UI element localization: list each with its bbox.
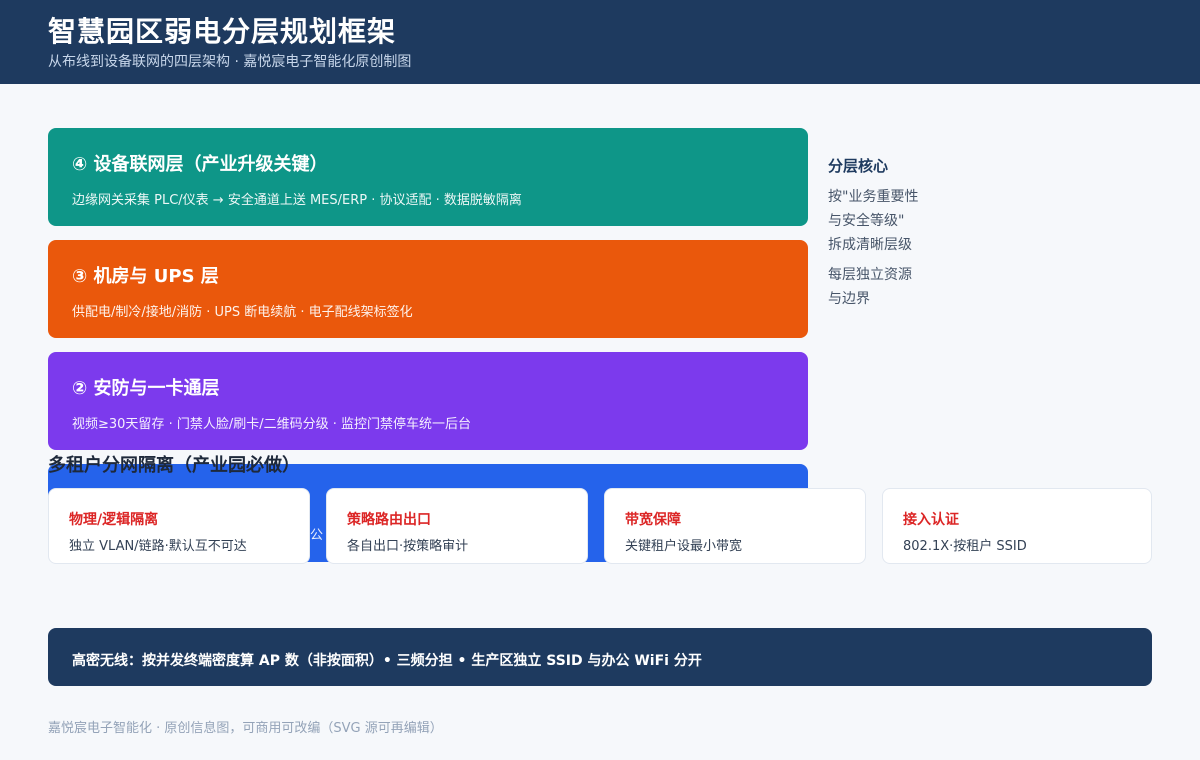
tenant-card-isolation: 物理/逻辑隔离 独立 VLAN/链路·默认互不可达: [48, 488, 310, 564]
sidebar-line: 每层独立资源: [828, 267, 912, 283]
page-title: 智慧园区弱电分层规划框架: [48, 15, 397, 48]
sidebar-line: 与安全等级": [828, 213, 905, 229]
footer-note: 嘉悦宸电子智能化 · 原创信息图，可商用可改编（SVG 源可再编辑）: [48, 721, 443, 736]
card-title: 物理/逻辑隔离: [69, 512, 159, 528]
layer-title: ③ 机房与 UPS 层: [72, 266, 219, 287]
tenant-card-auth: 接入认证 802.1X·按租户 SSID: [882, 488, 1152, 564]
card-description: 802.1X·按租户 SSID: [903, 539, 1027, 554]
layer-title: ④ 设备联网层（产业升级关键）: [72, 154, 328, 175]
layer-machine-room-ups: ③ 机房与 UPS 层 供配电/制冷/接地/消防 · UPS 断电续航 · 电子…: [48, 240, 808, 338]
card-title: 接入认证: [903, 512, 959, 528]
layer-title: ② 安防与一卡通层: [72, 378, 220, 399]
card-description: 关键租户设最小带宽: [625, 539, 743, 554]
header-bar: 智慧园区弱电分层规划框架 从布线到设备联网的四层架构 · 嘉悦宸电子智能化原创制…: [0, 0, 1200, 84]
card-description: 各自出口·按策略审计: [347, 539, 469, 554]
tenant-card-policy-routing: 策略路由出口 各自出口·按策略审计: [326, 488, 588, 564]
layer-description: 供配电/制冷/接地/消防 · UPS 断电续航 · 电子配线架标签化: [72, 305, 413, 320]
tenant-section-title: 多租户分网隔离（产业园必做）: [48, 455, 300, 476]
sidebar-line: 按"业务重要性: [828, 189, 919, 205]
card-title: 带宽保障: [625, 512, 681, 528]
sidebar-title: 分层核心: [828, 157, 889, 175]
banner-text: 高密无线：按并发终端密度算 AP 数（非按面积）• 三频分担 • 生产区独立 S…: [72, 653, 702, 669]
layer-security-card: ② 安防与一卡通层 视频≥30天留存 · 门禁人脸/刷卡/二维码分级 · 监控门…: [48, 352, 808, 450]
sidebar-line: 拆成清晰层级: [828, 237, 912, 253]
layer-fragment-text: 公: [310, 528, 324, 543]
layer-description: 视频≥30天留存 · 门禁人脸/刷卡/二维码分级 · 监控门禁停车统一后台: [72, 417, 471, 432]
layer-device-network: ④ 设备联网层（产业升级关键） 边缘网关采集 PLC/仪表 → 安全通道上送 M…: [48, 128, 808, 226]
sidebar-line: 与边界: [828, 291, 870, 307]
layer-description: 边缘网关采集 PLC/仪表 → 安全通道上送 MES/ERP · 协议适配 · …: [72, 193, 522, 208]
card-title: 策略路由出口: [347, 512, 431, 528]
page-subtitle: 从布线到设备联网的四层架构 · 嘉悦宸电子智能化原创制图: [48, 54, 412, 70]
card-description: 独立 VLAN/链路·默认互不可达: [69, 539, 247, 554]
tenant-card-bandwidth: 带宽保障 关键租户设最小带宽: [604, 488, 866, 564]
wireless-banner: 高密无线：按并发终端密度算 AP 数（非按面积）• 三频分担 • 生产区独立 S…: [48, 628, 1152, 686]
